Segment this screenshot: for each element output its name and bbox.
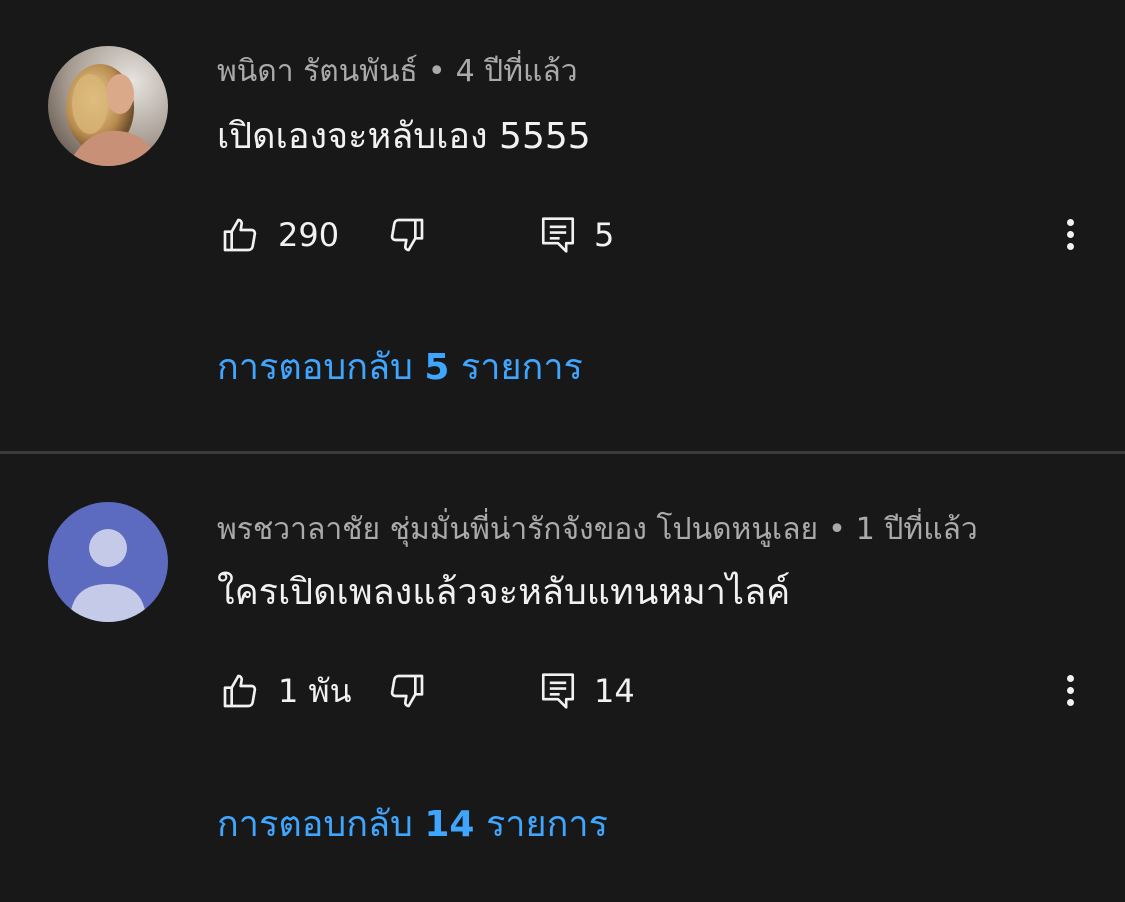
separator-dot: • — [427, 54, 446, 89]
comment-item: พรชวาลาชัย ชุ่มมั่นพี่น่ารักจังของ โปนดห… — [0, 454, 1125, 902]
like-count: 1 พัน — [278, 672, 352, 710]
more-options-button[interactable] — [1055, 669, 1085, 713]
thumb-up-icon — [223, 674, 257, 708]
replies-suffix: รายการ — [485, 804, 608, 845]
comment-meta: พนิดา รัตนพันธ์ • 4 ปีที่แล้ว — [217, 52, 578, 92]
comment-meta: พรชวาลาชัย ชุ่มมั่นพี่น่ารักจังของ โปนดห… — [217, 510, 978, 550]
thumb-up-icon — [223, 218, 257, 252]
view-replies-link[interactable]: การตอบกลับ 14 รายการ — [217, 802, 608, 848]
replies-count: 14 — [424, 804, 475, 845]
reply-count: 5 — [594, 216, 615, 254]
comment-text: ใครเปิดเพลงแล้วจะหลับแทนหมาไลค์ — [217, 572, 791, 613]
reply-count: 14 — [594, 672, 635, 710]
comment-text: เปิดเองจะหลับเอง 5555 — [217, 116, 591, 157]
reply-button[interactable]: 5 — [540, 213, 614, 257]
comment-reply-icon — [541, 217, 575, 253]
comment-reply-icon — [541, 673, 575, 709]
timestamp[interactable]: 4 ปีที่แล้ว — [456, 54, 578, 89]
view-replies-link[interactable]: การตอบกลับ 5 รายการ — [217, 345, 583, 391]
avatar[interactable] — [48, 502, 168, 622]
thumb-down-icon — [390, 218, 424, 252]
like-button[interactable]: 290 — [220, 213, 339, 257]
profile-photo — [48, 46, 168, 166]
author-name[interactable]: พรชวาลาชัย ชุ่มมั่นพี่น่ารักจังของ โปนดห… — [217, 512, 818, 547]
author-name[interactable]: พนิดา รัตนพันธ์ — [217, 54, 418, 89]
more-options-button[interactable] — [1055, 213, 1085, 257]
timestamp[interactable]: 1 ปีที่แล้ว — [856, 512, 978, 547]
separator-dot: • — [828, 512, 846, 547]
replies-count: 5 — [424, 347, 450, 388]
avatar[interactable] — [48, 46, 168, 166]
dislike-button[interactable] — [387, 669, 427, 713]
comment-actions: 1 พัน 14 — [217, 669, 1125, 713]
replies-suffix: รายการ — [460, 347, 583, 388]
comment-actions: 290 5 — [217, 213, 1125, 257]
replies-label: การตอบกลับ — [217, 347, 413, 388]
default-user-avatar — [48, 502, 168, 622]
like-count: 290 — [278, 216, 340, 254]
like-button[interactable]: 1 พัน — [220, 669, 352, 713]
replies-label: การตอบกลับ — [217, 804, 413, 845]
thumb-down-icon — [390, 674, 424, 708]
reply-button[interactable]: 14 — [540, 669, 635, 713]
dislike-button[interactable] — [387, 213, 427, 257]
comment-item: พนิดา รัตนพันธ์ • 4 ปีที่แล้ว เปิดเองจะหลั… — [0, 0, 1125, 452]
